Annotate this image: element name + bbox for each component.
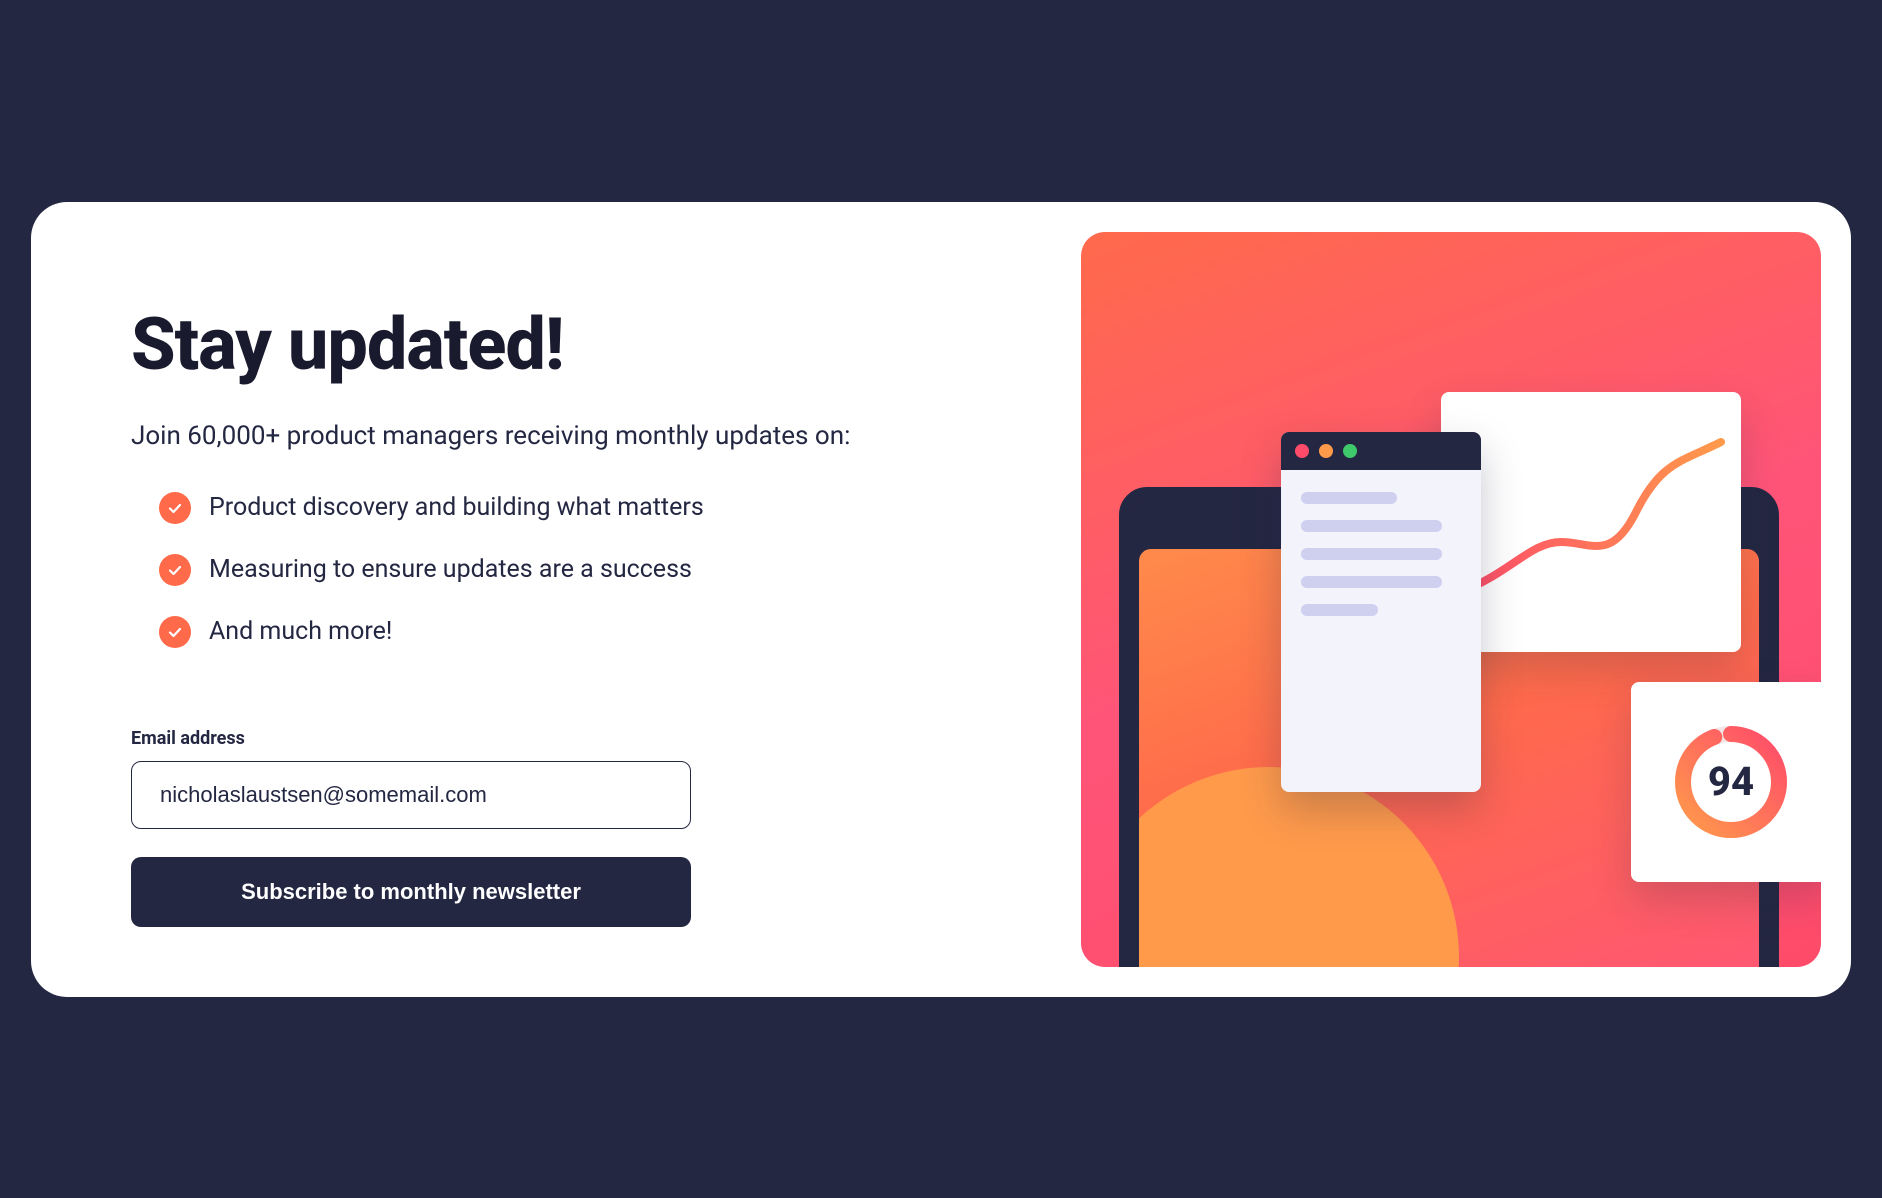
window-titlebar — [1281, 432, 1481, 470]
check-icon — [159, 616, 191, 648]
list-item: Product discovery and building what matt… — [131, 492, 1011, 524]
sun-graphic — [1139, 767, 1459, 967]
text-line-graphic — [1301, 492, 1397, 504]
check-icon — [159, 554, 191, 586]
list-item-label: Measuring to ensure updates are a succes… — [209, 555, 692, 584]
text-line-graphic — [1301, 604, 1378, 616]
check-icon — [159, 492, 191, 524]
list-item: Measuring to ensure updates are a succes… — [131, 554, 1011, 586]
text-line-graphic — [1301, 548, 1442, 560]
list-item-label: Product discovery and building what matt… — [209, 493, 704, 522]
window-card — [1281, 432, 1481, 792]
subscribe-button[interactable]: Subscribe to monthly newsletter — [131, 857, 691, 927]
bullet-list: Product discovery and building what matt… — [131, 492, 1011, 678]
traffic-light-zoom-icon — [1343, 444, 1357, 458]
subscribe-form: Email address Subscribe to monthly newsl… — [131, 728, 691, 927]
signup-card: Stay updated! Join 60,000+ product manag… — [31, 202, 1851, 997]
text-line-graphic — [1301, 520, 1442, 532]
chart-line-icon — [1441, 392, 1741, 652]
window-content — [1281, 470, 1481, 654]
score-value: 94 — [1671, 722, 1791, 842]
content-panel: Stay updated! Join 60,000+ product manag… — [61, 232, 1051, 967]
email-field[interactable] — [131, 761, 691, 829]
chart-card — [1441, 392, 1741, 652]
email-label: Email address — [131, 728, 691, 749]
page-title: Stay updated! — [131, 302, 1011, 387]
text-line-graphic — [1301, 576, 1442, 588]
score-card: 94 — [1631, 682, 1821, 882]
illustration-panel: 94 — [1081, 232, 1821, 967]
score-ring-icon: 94 — [1671, 722, 1791, 842]
subtitle: Join 60,000+ product managers receiving … — [131, 417, 1011, 456]
list-item-label: And much more! — [209, 617, 392, 646]
traffic-light-minimize-icon — [1319, 444, 1333, 458]
list-item: And much more! — [131, 616, 1011, 648]
traffic-light-close-icon — [1295, 444, 1309, 458]
